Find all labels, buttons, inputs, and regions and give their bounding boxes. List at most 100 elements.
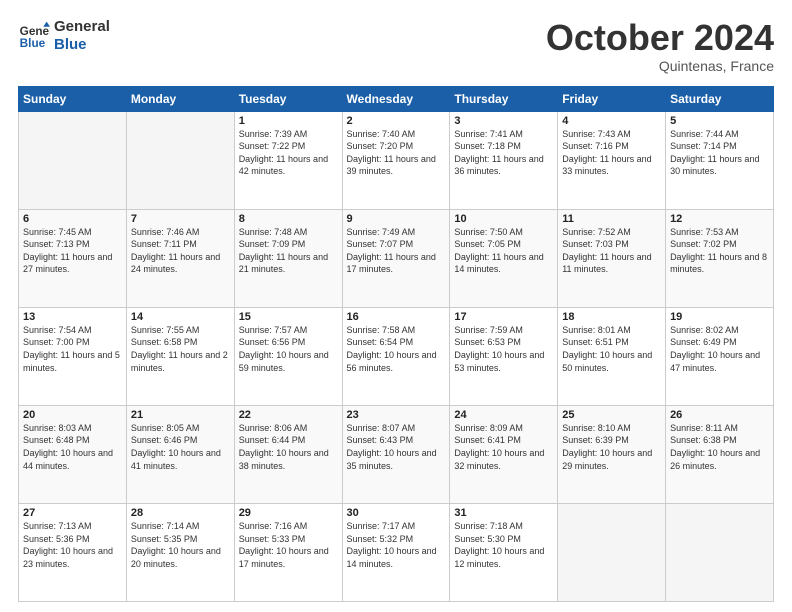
day-number: 6	[23, 213, 122, 225]
logo-general: General	[54, 18, 110, 36]
cell-info: Sunrise: 7:39 AMSunset: 7:22 PMDaylight:…	[239, 128, 338, 178]
calendar-cell: 10Sunrise: 7:50 AMSunset: 7:05 PMDayligh…	[450, 209, 558, 307]
calendar-cell: 3Sunrise: 7:41 AMSunset: 7:18 PMDaylight…	[450, 111, 558, 209]
day-number: 31	[454, 507, 553, 519]
calendar-cell: 7Sunrise: 7:46 AMSunset: 7:11 PMDaylight…	[126, 209, 234, 307]
calendar-cell: 28Sunrise: 7:14 AMSunset: 5:35 PMDayligh…	[126, 503, 234, 601]
day-number: 16	[347, 311, 446, 323]
day-number: 12	[670, 213, 769, 225]
calendar-cell: 27Sunrise: 7:13 AMSunset: 5:36 PMDayligh…	[19, 503, 127, 601]
calendar-cell: 30Sunrise: 7:17 AMSunset: 5:32 PMDayligh…	[342, 503, 450, 601]
calendar-cell: 23Sunrise: 8:07 AMSunset: 6:43 PMDayligh…	[342, 405, 450, 503]
cell-info: Sunrise: 8:02 AMSunset: 6:49 PMDaylight:…	[670, 324, 769, 374]
location-subtitle: Quintenas, France	[546, 58, 774, 74]
cell-info: Sunrise: 7:54 AMSunset: 7:00 PMDaylight:…	[23, 324, 122, 374]
calendar-cell: 8Sunrise: 7:48 AMSunset: 7:09 PMDaylight…	[234, 209, 342, 307]
day-number: 19	[670, 311, 769, 323]
day-number: 5	[670, 115, 769, 127]
cell-info: Sunrise: 7:13 AMSunset: 5:36 PMDaylight:…	[23, 520, 122, 570]
cell-info: Sunrise: 7:49 AMSunset: 7:07 PMDaylight:…	[347, 226, 446, 276]
day-number: 2	[347, 115, 446, 127]
calendar-cell: 20Sunrise: 8:03 AMSunset: 6:48 PMDayligh…	[19, 405, 127, 503]
cell-info: Sunrise: 8:05 AMSunset: 6:46 PMDaylight:…	[131, 422, 230, 472]
calendar-cell: 17Sunrise: 7:59 AMSunset: 6:53 PMDayligh…	[450, 307, 558, 405]
cell-info: Sunrise: 8:06 AMSunset: 6:44 PMDaylight:…	[239, 422, 338, 472]
calendar-cell: 29Sunrise: 7:16 AMSunset: 5:33 PMDayligh…	[234, 503, 342, 601]
calendar-cell: 16Sunrise: 7:58 AMSunset: 6:54 PMDayligh…	[342, 307, 450, 405]
cell-info: Sunrise: 7:41 AMSunset: 7:18 PMDaylight:…	[454, 128, 553, 178]
calendar-cell: 22Sunrise: 8:06 AMSunset: 6:44 PMDayligh…	[234, 405, 342, 503]
calendar-cell: 9Sunrise: 7:49 AMSunset: 7:07 PMDaylight…	[342, 209, 450, 307]
cell-info: Sunrise: 7:52 AMSunset: 7:03 PMDaylight:…	[562, 226, 661, 276]
cell-info: Sunrise: 7:57 AMSunset: 6:56 PMDaylight:…	[239, 324, 338, 374]
cell-info: Sunrise: 7:45 AMSunset: 7:13 PMDaylight:…	[23, 226, 122, 276]
day-number: 10	[454, 213, 553, 225]
day-number: 29	[239, 507, 338, 519]
cell-info: Sunrise: 7:14 AMSunset: 5:35 PMDaylight:…	[131, 520, 230, 570]
day-number: 18	[562, 311, 661, 323]
cell-info: Sunrise: 7:58 AMSunset: 6:54 PMDaylight:…	[347, 324, 446, 374]
day-number: 25	[562, 409, 661, 421]
cell-info: Sunrise: 7:18 AMSunset: 5:30 PMDaylight:…	[454, 520, 553, 570]
logo-blue: Blue	[54, 36, 110, 54]
cell-info: Sunrise: 7:40 AMSunset: 7:20 PMDaylight:…	[347, 128, 446, 178]
cell-info: Sunrise: 7:17 AMSunset: 5:32 PMDaylight:…	[347, 520, 446, 570]
calendar-cell: 18Sunrise: 8:01 AMSunset: 6:51 PMDayligh…	[558, 307, 666, 405]
weekday-header-saturday: Saturday	[666, 86, 774, 111]
calendar-cell: 15Sunrise: 7:57 AMSunset: 6:56 PMDayligh…	[234, 307, 342, 405]
logo: General Blue General Blue	[18, 18, 110, 54]
calendar-cell	[666, 503, 774, 601]
weekday-header-wednesday: Wednesday	[342, 86, 450, 111]
day-number: 24	[454, 409, 553, 421]
cell-info: Sunrise: 8:09 AMSunset: 6:41 PMDaylight:…	[454, 422, 553, 472]
cell-info: Sunrise: 8:07 AMSunset: 6:43 PMDaylight:…	[347, 422, 446, 472]
logo-icon: General Blue	[18, 20, 50, 52]
weekday-header-thursday: Thursday	[450, 86, 558, 111]
calendar-cell: 31Sunrise: 7:18 AMSunset: 5:30 PMDayligh…	[450, 503, 558, 601]
weekday-header-friday: Friday	[558, 86, 666, 111]
cell-info: Sunrise: 7:55 AMSunset: 6:58 PMDaylight:…	[131, 324, 230, 374]
calendar-cell: 1Sunrise: 7:39 AMSunset: 7:22 PMDaylight…	[234, 111, 342, 209]
cell-info: Sunrise: 7:50 AMSunset: 7:05 PMDaylight:…	[454, 226, 553, 276]
day-number: 28	[131, 507, 230, 519]
cell-info: Sunrise: 7:46 AMSunset: 7:11 PMDaylight:…	[131, 226, 230, 276]
calendar-cell: 26Sunrise: 8:11 AMSunset: 6:38 PMDayligh…	[666, 405, 774, 503]
calendar-cell: 11Sunrise: 7:52 AMSunset: 7:03 PMDayligh…	[558, 209, 666, 307]
day-number: 21	[131, 409, 230, 421]
day-number: 13	[23, 311, 122, 323]
cell-info: Sunrise: 8:03 AMSunset: 6:48 PMDaylight:…	[23, 422, 122, 472]
day-number: 20	[23, 409, 122, 421]
cell-info: Sunrise: 7:44 AMSunset: 7:14 PMDaylight:…	[670, 128, 769, 178]
calendar-cell	[558, 503, 666, 601]
week-row-3: 13Sunrise: 7:54 AMSunset: 7:00 PMDayligh…	[19, 307, 774, 405]
cell-info: Sunrise: 7:48 AMSunset: 7:09 PMDaylight:…	[239, 226, 338, 276]
weekday-header-tuesday: Tuesday	[234, 86, 342, 111]
calendar-cell: 24Sunrise: 8:09 AMSunset: 6:41 PMDayligh…	[450, 405, 558, 503]
calendar-cell: 5Sunrise: 7:44 AMSunset: 7:14 PMDaylight…	[666, 111, 774, 209]
header: General Blue General Blue October 2024 Q…	[18, 18, 774, 74]
cell-info: Sunrise: 8:10 AMSunset: 6:39 PMDaylight:…	[562, 422, 661, 472]
calendar-cell	[126, 111, 234, 209]
day-number: 4	[562, 115, 661, 127]
day-number: 30	[347, 507, 446, 519]
calendar-cell: 13Sunrise: 7:54 AMSunset: 7:00 PMDayligh…	[19, 307, 127, 405]
week-row-5: 27Sunrise: 7:13 AMSunset: 5:36 PMDayligh…	[19, 503, 774, 601]
day-number: 26	[670, 409, 769, 421]
day-number: 23	[347, 409, 446, 421]
calendar-cell: 12Sunrise: 7:53 AMSunset: 7:02 PMDayligh…	[666, 209, 774, 307]
day-number: 17	[454, 311, 553, 323]
weekday-header-row: SundayMondayTuesdayWednesdayThursdayFrid…	[19, 86, 774, 111]
calendar-page: General Blue General Blue October 2024 Q…	[0, 0, 792, 612]
calendar-cell: 25Sunrise: 8:10 AMSunset: 6:39 PMDayligh…	[558, 405, 666, 503]
cell-info: Sunrise: 7:53 AMSunset: 7:02 PMDaylight:…	[670, 226, 769, 276]
calendar-cell	[19, 111, 127, 209]
cell-info: Sunrise: 8:01 AMSunset: 6:51 PMDaylight:…	[562, 324, 661, 374]
day-number: 14	[131, 311, 230, 323]
month-title: October 2024	[546, 18, 774, 58]
day-number: 1	[239, 115, 338, 127]
day-number: 15	[239, 311, 338, 323]
day-number: 7	[131, 213, 230, 225]
week-row-4: 20Sunrise: 8:03 AMSunset: 6:48 PMDayligh…	[19, 405, 774, 503]
cell-info: Sunrise: 8:11 AMSunset: 6:38 PMDaylight:…	[670, 422, 769, 472]
svg-text:Blue: Blue	[20, 37, 46, 50]
